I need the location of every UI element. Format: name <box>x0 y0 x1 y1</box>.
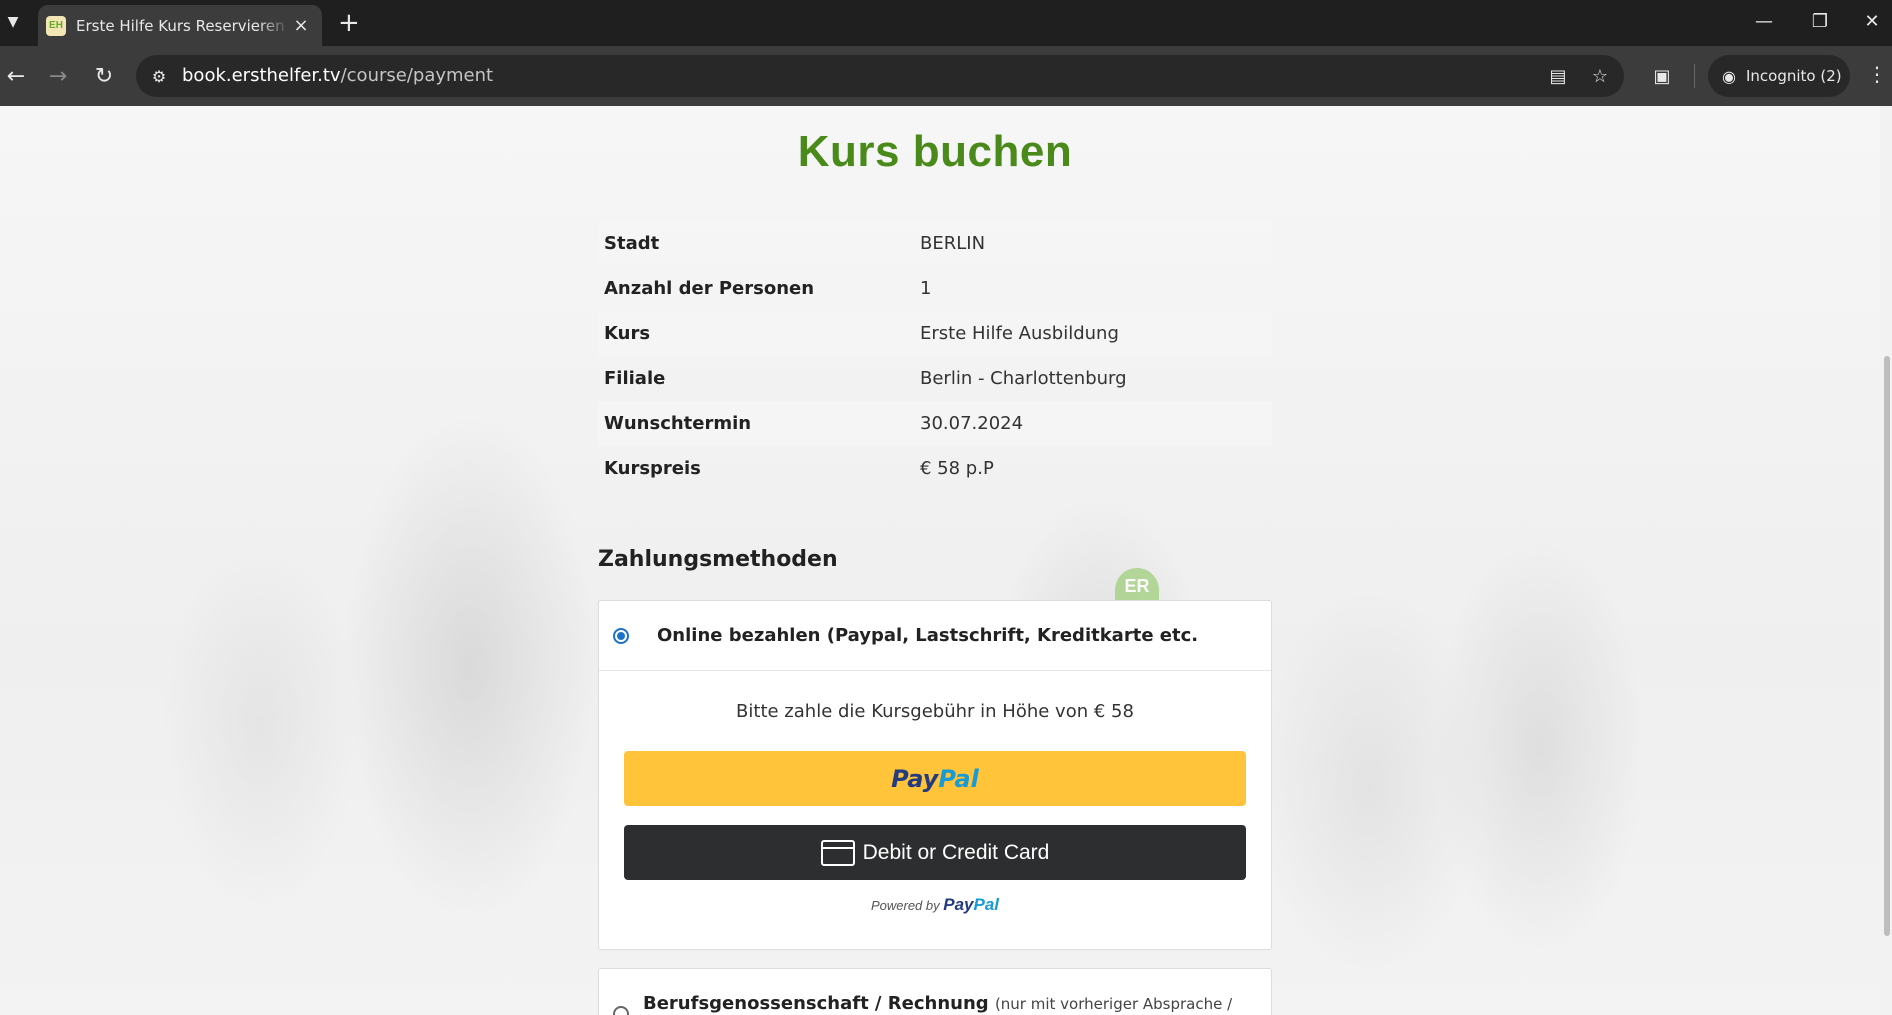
restore-icon[interactable]: ❐ <box>1800 8 1840 36</box>
detail-value: 1 <box>920 278 932 299</box>
new-tab-plus-icon[interactable]: + <box>338 8 360 38</box>
active-tab[interactable]: EH Erste Hilfe Kurs Reservieren - Online… <box>38 5 322 46</box>
tab-search-chevron-icon[interactable]: ▼ <box>0 4 26 40</box>
detail-value: Berlin - Charlottenburg <box>920 368 1127 389</box>
table-row: Filiale Berlin - Charlottenburg <box>598 356 1272 401</box>
detail-label: Wunschtermin <box>604 413 752 434</box>
detail-label: Kurspreis <box>604 458 701 479</box>
radio-online-selected[interactable] <box>613 627 629 644</box>
back-arrow-icon[interactable]: ← <box>0 60 32 92</box>
card-button-label: Debit or Credit Card <box>862 840 1050 864</box>
powered-brand-pay: Pay <box>943 895 974 914</box>
detail-value: € 58 p.P <box>920 458 994 479</box>
payment-methods-heading: Zahlungsmethoden <box>598 547 838 572</box>
detail-value: BERLIN <box>920 233 986 254</box>
powered-by-text: Powered by <box>870 898 940 913</box>
watermark-logo-badge: ER <box>1115 568 1159 604</box>
debit-credit-card-button[interactable]: Debit or Credit Card <box>624 825 1246 880</box>
payment-instruction: Bitte zahle die Kursgebühr in Höhe von €… <box>736 701 1134 722</box>
tab-close-icon[interactable]: × <box>290 15 312 36</box>
close-window-icon[interactable]: ✕ <box>1852 8 1892 36</box>
booking-details-table: Stadt BERLIN Anzahl der Personen 1 Kurs … <box>598 221 1272 491</box>
minimize-icon[interactable]: — <box>1744 8 1784 36</box>
powered-by-paypal: Powered by PayPal <box>599 895 1271 915</box>
bookmark-star-icon[interactable]: ☆ <box>1588 64 1612 88</box>
forward-arrow-icon[interactable]: → <box>42 60 74 92</box>
powered-brand-pal: Pal <box>973 895 1000 914</box>
scrollbar-thumb[interactable] <box>1884 356 1890 936</box>
detail-label: Kurs <box>604 323 651 344</box>
table-row: Kurs Erste Hilfe Ausbildung <box>598 311 1272 356</box>
address-bar[interactable]: ⚙ book.ersthelfer.tv/course/payment ▤ ☆ <box>136 55 1624 97</box>
paypal-button[interactable]: Pay Pal <box>624 751 1246 806</box>
page-scrollbar[interactable] <box>1880 106 1892 1015</box>
radio-invoice[interactable] <box>613 1006 629 1015</box>
credit-card-icon <box>820 839 855 866</box>
incognito-icon: ◉ <box>1722 66 1736 86</box>
payment-option-invoice-label: Berufsgenossenschaft / Rechnung (nur mit… <box>643 993 1232 1014</box>
detail-label: Filiale <box>604 368 666 389</box>
table-row: Stadt BERLIN <box>598 221 1272 266</box>
paypal-logo-pay: Pay <box>891 764 939 793</box>
table-row: Wunschtermin 30.07.2024 <box>598 401 1272 446</box>
tab-title: Erste Hilfe Kurs Reservieren - Online <box>76 16 290 35</box>
paypal-logo-pal: Pal <box>938 764 979 793</box>
detail-label: Anzahl der Personen <box>604 278 815 299</box>
browser-tab-bar: ▼ EH Erste Hilfe Kurs Reservieren - Onli… <box>0 0 1892 46</box>
incognito-indicator[interactable]: ◉ Incognito (2) <box>1708 55 1850 97</box>
invoice-note: (nur mit vorheriger Absprache / <box>994 995 1233 1013</box>
incognito-label: Incognito (2) <box>1745 67 1842 85</box>
table-row: Kurspreis € 58 p.P <box>598 446 1272 491</box>
extensions-puzzle-icon[interactable]: ▣ <box>1648 62 1676 90</box>
browser-menu-icon[interactable]: ⋮ <box>1866 62 1888 90</box>
detail-value: 30.07.2024 <box>920 413 1024 434</box>
detail-label: Stadt <box>604 233 660 254</box>
table-row: Anzahl der Personen 1 <box>598 266 1272 311</box>
url-path: /course/payment <box>340 65 494 86</box>
translate-icon[interactable]: ▤ <box>1546 64 1570 88</box>
payment-option-label: Online bezahlen (Paypal, Lastschrift, Kr… <box>657 625 1199 646</box>
payment-option-online[interactable]: Online bezahlen (Paypal, Lastschrift, Kr… <box>599 601 1271 671</box>
online-payment-card: Online bezahlen (Paypal, Lastschrift, Kr… <box>598 600 1272 950</box>
page-title: Kurs buchen <box>797 127 1073 176</box>
url-text[interactable]: book.ersthelfer.tv/course/payment <box>182 65 493 86</box>
reload-icon[interactable]: ↻ <box>88 60 120 92</box>
invoice-label-text: Berufsgenossenschaft / Rechnung <box>643 993 989 1014</box>
site-info-icon[interactable]: ⚙ <box>148 65 170 87</box>
url-host: book.ersthelfer.tv <box>182 65 341 86</box>
browser-toolbar: ← → ↻ ⚙ book.ersthelfer.tv/course/paymen… <box>0 46 1892 106</box>
site-favicon-icon: EH <box>46 15 66 36</box>
invoice-payment-card[interactable]: Berufsgenossenschaft / Rechnung (nur mit… <box>598 968 1272 1015</box>
toolbar-divider <box>1694 64 1695 88</box>
detail-value: Erste Hilfe Ausbildung <box>920 323 1119 344</box>
